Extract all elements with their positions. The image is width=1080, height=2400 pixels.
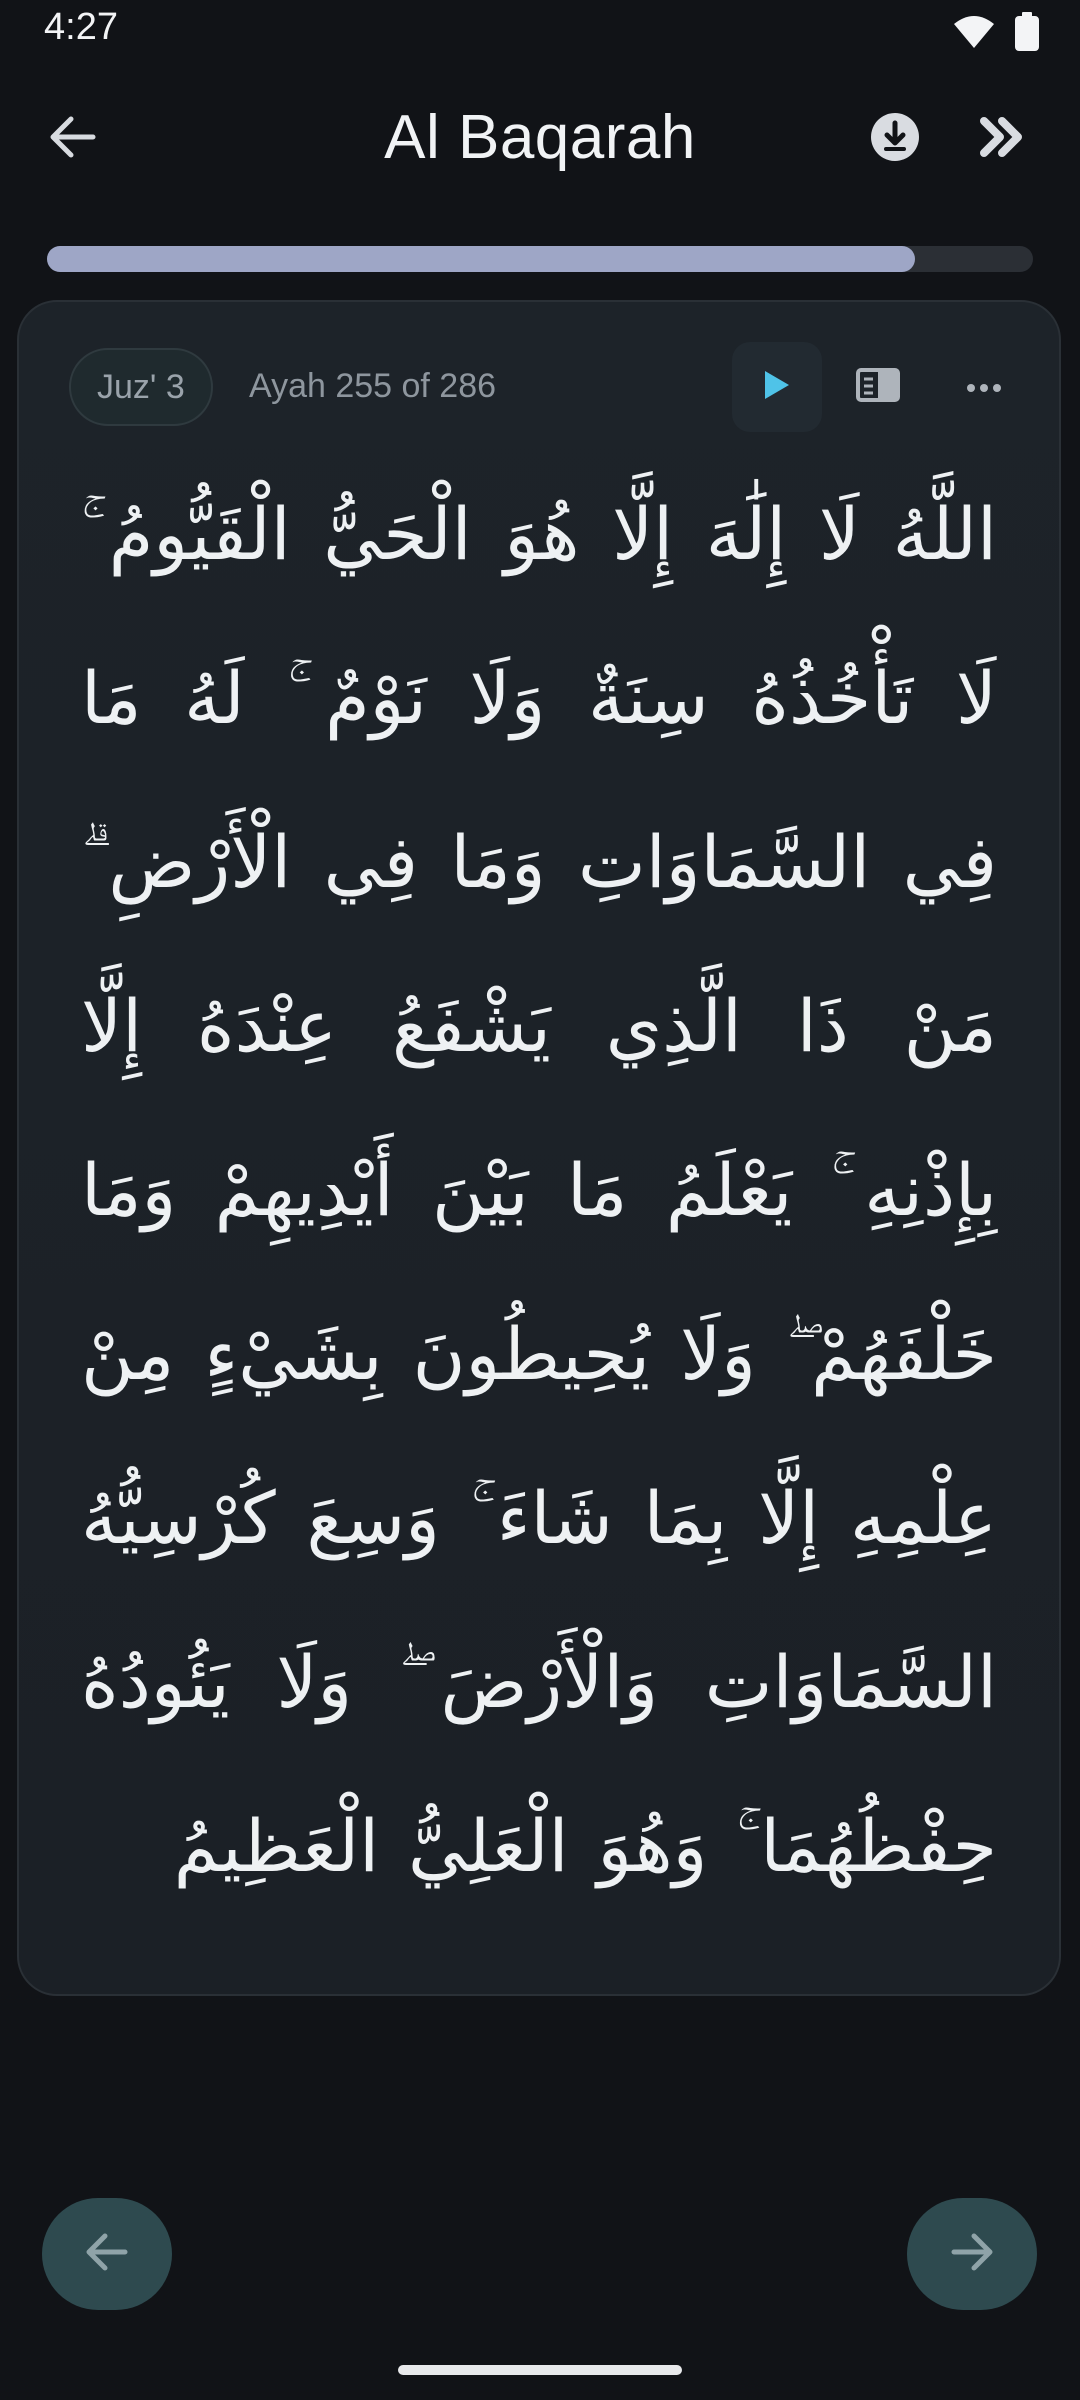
ayah-text: اللَّهُ لَا إِلَٰهَ إِلَّا هُوَ الْحَيُّ… (81, 492, 997, 1888)
download-circle-icon (870, 112, 920, 166)
double-chevron-right-icon (980, 117, 1024, 161)
battery-icon (1014, 12, 1040, 56)
play-button[interactable] (732, 342, 822, 432)
play-icon (762, 369, 792, 405)
wifi-icon (952, 14, 996, 54)
reading-progress-fill (47, 246, 915, 272)
arrow-left-icon (85, 2232, 129, 2276)
status-bar: 4:27 (0, 0, 1080, 64)
ayah-card: Juz' 3 Ayah 255 of 286 اللَّهُ لَا إِلَٰ… (17, 300, 1061, 1996)
home-indicator[interactable] (398, 2365, 682, 2375)
reading-progress-bar (47, 246, 1033, 272)
juz-chip[interactable]: Juz' 3 (69, 348, 213, 426)
status-time: 4:27 (44, 6, 118, 48)
next-ayah-button[interactable] (907, 2198, 1037, 2310)
previous-ayah-button[interactable] (42, 2198, 172, 2310)
app-bar: Al Baqarah (0, 84, 1080, 188)
more-horizontal-icon (966, 378, 1002, 397)
status-icons (952, 12, 1040, 56)
reader-mode-icon (856, 368, 900, 406)
ayah-card-header: Juz' 3 Ayah 255 of 286 (69, 342, 1019, 432)
arrow-right-icon (950, 2232, 994, 2276)
download-button[interactable] (862, 106, 928, 172)
reader-mode-button[interactable] (839, 348, 917, 426)
more-options-button[interactable] (945, 348, 1023, 426)
next-surah-button[interactable] (966, 106, 1038, 172)
ayah-position-label: Ayah 255 of 286 (249, 367, 497, 405)
